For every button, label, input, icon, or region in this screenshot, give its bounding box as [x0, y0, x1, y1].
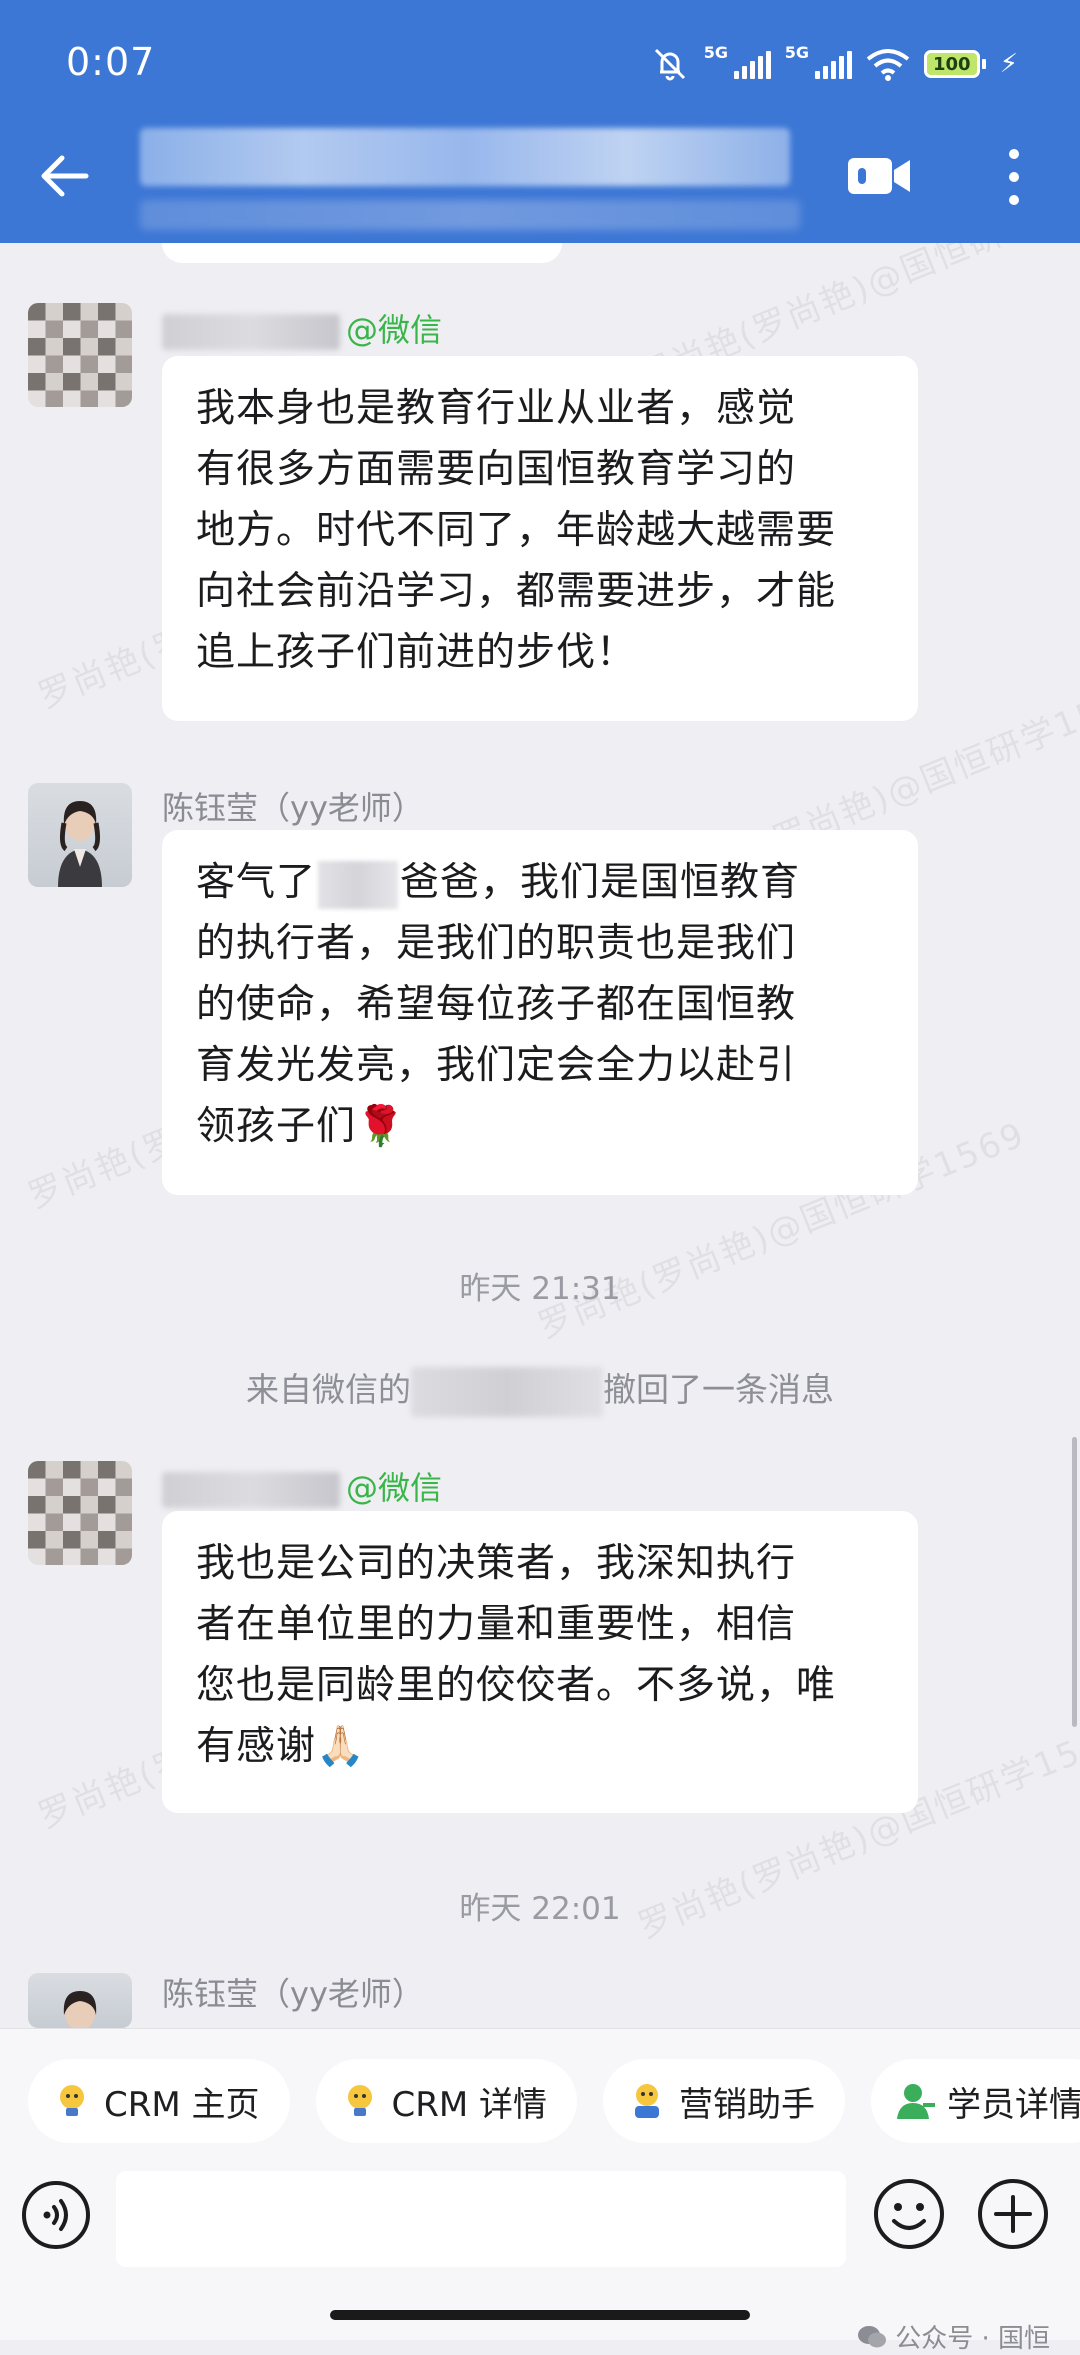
wifi-icon	[866, 49, 909, 81]
recall-notice: 来自微信的 撤回了一条消息	[0, 1363, 1080, 1417]
message-bubble[interactable]: 我也是公司的决策者，我深知执行 者在单位里的力量和重要性，相信 您也是同龄里的佼…	[162, 1511, 918, 1813]
message-text: 领孩子们	[196, 1104, 357, 1149]
crm-detail-chip[interactable]: CRM 详情	[315, 2059, 578, 2143]
signal-2-icon: 5G	[785, 43, 852, 79]
message-bubble[interactable]: 客气了 爸爸，我们是国恒教育 的执行者，是我们的职责也是我们 的使命，希望每位孩子…	[162, 830, 918, 1195]
wechat-logo-icon	[858, 2325, 887, 2347]
bottom-toolbar: CRM 主页 CRM 详情 营销助手 学员详情	[0, 2028, 1080, 2340]
teacher-avatar[interactable]	[28, 783, 132, 887]
timestamp: 昨天 22:01	[459, 1891, 621, 1927]
message-line: 的使命，希望每位孩子都在国恒教	[196, 982, 797, 1027]
message-input[interactable]	[116, 2171, 846, 2267]
more-menu-icon[interactable]	[1000, 146, 1028, 208]
marketing-assistant-chip[interactable]: 营销助手	[603, 2059, 846, 2143]
avatar[interactable]	[28, 303, 132, 407]
message-line: 者在单位里的力量和重要性，相信	[196, 1602, 797, 1647]
top-bar: 0:07 5G 5G 100 ⚡	[0, 0, 1080, 243]
signal-1-icon: 5G	[704, 43, 771, 79]
name-redacted	[318, 860, 399, 909]
sender-name: 陈钰莹（yy老师）	[162, 1975, 424, 2013]
account-watermark: 公众号 · 国恒	[857, 2318, 1050, 2355]
scrollbar[interactable]	[1072, 1437, 1077, 1727]
home-indicator[interactable]	[330, 2310, 750, 2320]
student-detail-chip[interactable]: 学员详情	[871, 2059, 1080, 2143]
crm-home-chip[interactable]: CRM 主页	[28, 2059, 290, 2143]
message-line: 我也是公司的决策者，我深知执行	[196, 1541, 797, 1586]
teacher-portrait-icon	[63, 1991, 97, 2028]
chip-label: CRM 详情	[391, 2084, 548, 2125]
message-line: 领孩子们🌹	[196, 1096, 884, 1157]
message-line: 地方。时代不同了，年龄越大越需要	[196, 508, 837, 553]
rose-emoji: 🌹	[356, 1104, 406, 1149]
assistant-icon	[635, 2084, 660, 2118]
message-text: 爸爸，我们是国恒教育	[400, 860, 801, 905]
video-call-icon[interactable]	[846, 152, 914, 200]
status-time: 0:07	[66, 40, 156, 84]
message-bubble[interactable]: 我本身也是教育行业从业者，感觉 有很多方面需要向国恒教育学习的 地方。时代不同了…	[162, 356, 918, 721]
wechat-tag: @微信	[346, 311, 443, 349]
chat-title-redacted	[140, 128, 790, 186]
network-type-1: 5G	[703, 43, 728, 62]
message-line: 有很多方面需要向国恒教育学习的	[196, 447, 797, 492]
back-arrow-icon[interactable]	[36, 148, 92, 204]
charging-icon: ⚡	[999, 49, 1018, 79]
status-icons: 5G 5G 100 ⚡	[650, 43, 1018, 84]
lightbulb-icon	[60, 2085, 84, 2116]
sender-name-redacted	[162, 1472, 340, 1508]
message-line: 追上孩子们前进的步伐！	[196, 630, 637, 675]
message-line: 我本身也是教育行业从业者，感觉	[196, 386, 797, 431]
battery-icon: 100	[923, 50, 986, 78]
wechat-tag: @微信	[346, 1469, 443, 1507]
message-line: 向社会前沿学习，都需要进步，才能	[196, 569, 837, 614]
chip-label: 学员详情	[947, 2084, 1080, 2125]
emoji-icon[interactable]	[872, 2177, 946, 2251]
battery-level: 100	[923, 50, 980, 78]
recall-suffix: 撤回了一条消息	[603, 1370, 834, 1409]
message-line: 育发光发亮，我们定会全力以赴引	[196, 1043, 797, 1088]
recall-prefix: 来自微信的	[246, 1370, 411, 1409]
chat-subtitle-redacted	[140, 200, 800, 230]
quick-actions: CRM 主页 CRM 详情 营销助手 学员详情	[28, 2059, 1080, 2143]
chip-label: 营销助手	[679, 2084, 816, 2125]
avatar[interactable]	[28, 1461, 132, 1565]
chip-label: CRM 主页	[104, 2084, 260, 2125]
timestamp: 昨天 21:31	[459, 1271, 621, 1307]
plus-icon[interactable]	[976, 2177, 1050, 2251]
pray-emoji: 🙏🏻	[316, 1724, 366, 1769]
lightbulb-icon	[347, 2085, 372, 2116]
teacher-avatar[interactable]	[28, 1973, 132, 2028]
message-line: 客气了 爸爸，我们是国恒教育	[196, 852, 884, 913]
previous-message-bubble	[162, 243, 562, 263]
mute-bell-icon	[654, 48, 685, 81]
sender-name: @微信	[162, 305, 442, 351]
chat-area[interactable]: 罗尚艳(罗尚艳)@国恒研学1569 罗尚艳(罗尚艳)@国恒研学1569 罗尚艳(…	[0, 243, 1080, 2028]
user-icon	[897, 2084, 936, 2119]
recall-name-redacted	[411, 1366, 603, 1417]
account-text: 公众号 · 国恒	[895, 2324, 1050, 2354]
message-line: 您也是同龄里的佼佼者。不多说，唯	[196, 1663, 837, 1708]
message-text: 客气了	[196, 860, 317, 905]
voice-input-icon[interactable]	[20, 2179, 92, 2251]
sender-name: @微信	[162, 1463, 442, 1509]
message-line: 有感谢🙏🏻	[196, 1716, 884, 1777]
sender-name-redacted	[162, 314, 340, 350]
message-text: 有感谢	[196, 1724, 317, 1769]
sender-name: 陈钰莹（yy老师）	[162, 789, 424, 827]
teacher-portrait-icon	[58, 801, 102, 887]
message-line: 的执行者，是我们的职责也是我们	[196, 921, 797, 966]
network-type-2: 5G	[784, 43, 809, 62]
